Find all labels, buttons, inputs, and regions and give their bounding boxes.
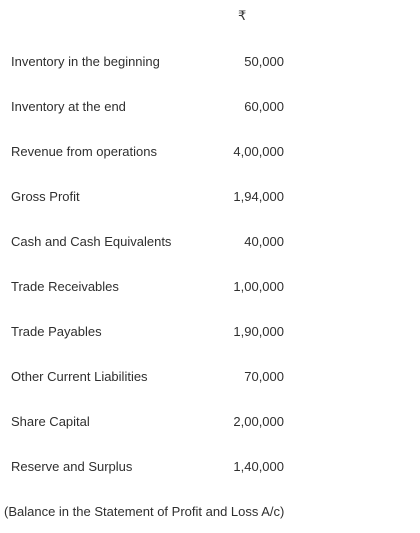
table-row: Trade Receivables 1,00,000: [0, 277, 420, 299]
row-label: Trade Receivables: [11, 279, 119, 294]
footnote: (Balance in the Statement of Profit and …: [4, 504, 285, 519]
table-row: Gross Profit 1,94,000: [0, 187, 420, 209]
row-label: Other Current Liabilities: [11, 369, 148, 384]
table-row: Revenue from operations 4,00,000: [0, 142, 420, 164]
row-value: 60,000: [244, 99, 284, 114]
row-label: Inventory in the beginning: [11, 54, 160, 69]
currency-header: ₹: [238, 8, 247, 23]
row-value: 2,00,000: [233, 414, 284, 429]
row-value: 1,94,000: [233, 189, 284, 204]
row-label: Cash and Cash Equivalents: [11, 234, 172, 249]
row-value: 4,00,000: [233, 144, 284, 159]
row-label: Gross Profit: [11, 189, 80, 204]
row-value: 1,90,000: [233, 324, 284, 339]
row-label: Inventory at the end: [11, 99, 126, 114]
table-row: Share Capital 2,00,000: [0, 412, 420, 434]
table-row: Other Current Liabilities 70,000: [0, 367, 420, 389]
row-label: Trade Payables: [11, 324, 102, 339]
table-row: Inventory in the beginning 50,000: [0, 52, 420, 74]
row-value: 1,40,000: [233, 459, 284, 474]
table-row: Trade Payables 1,90,000: [0, 322, 420, 344]
row-value: 40,000: [244, 234, 284, 249]
table-row: Inventory at the end 60,000: [0, 97, 420, 119]
table-row: Cash and Cash Equivalents 40,000: [0, 232, 420, 254]
row-label: Reserve and Surplus: [11, 459, 133, 474]
row-value: 1,00,000: [233, 279, 284, 294]
table-row: Reserve and Surplus 1,40,000: [0, 457, 420, 479]
row-label: Share Capital: [11, 414, 90, 429]
row-value: 50,000: [244, 54, 284, 69]
row-value: 70,000: [244, 369, 284, 384]
row-label: Revenue from operations: [11, 144, 157, 159]
